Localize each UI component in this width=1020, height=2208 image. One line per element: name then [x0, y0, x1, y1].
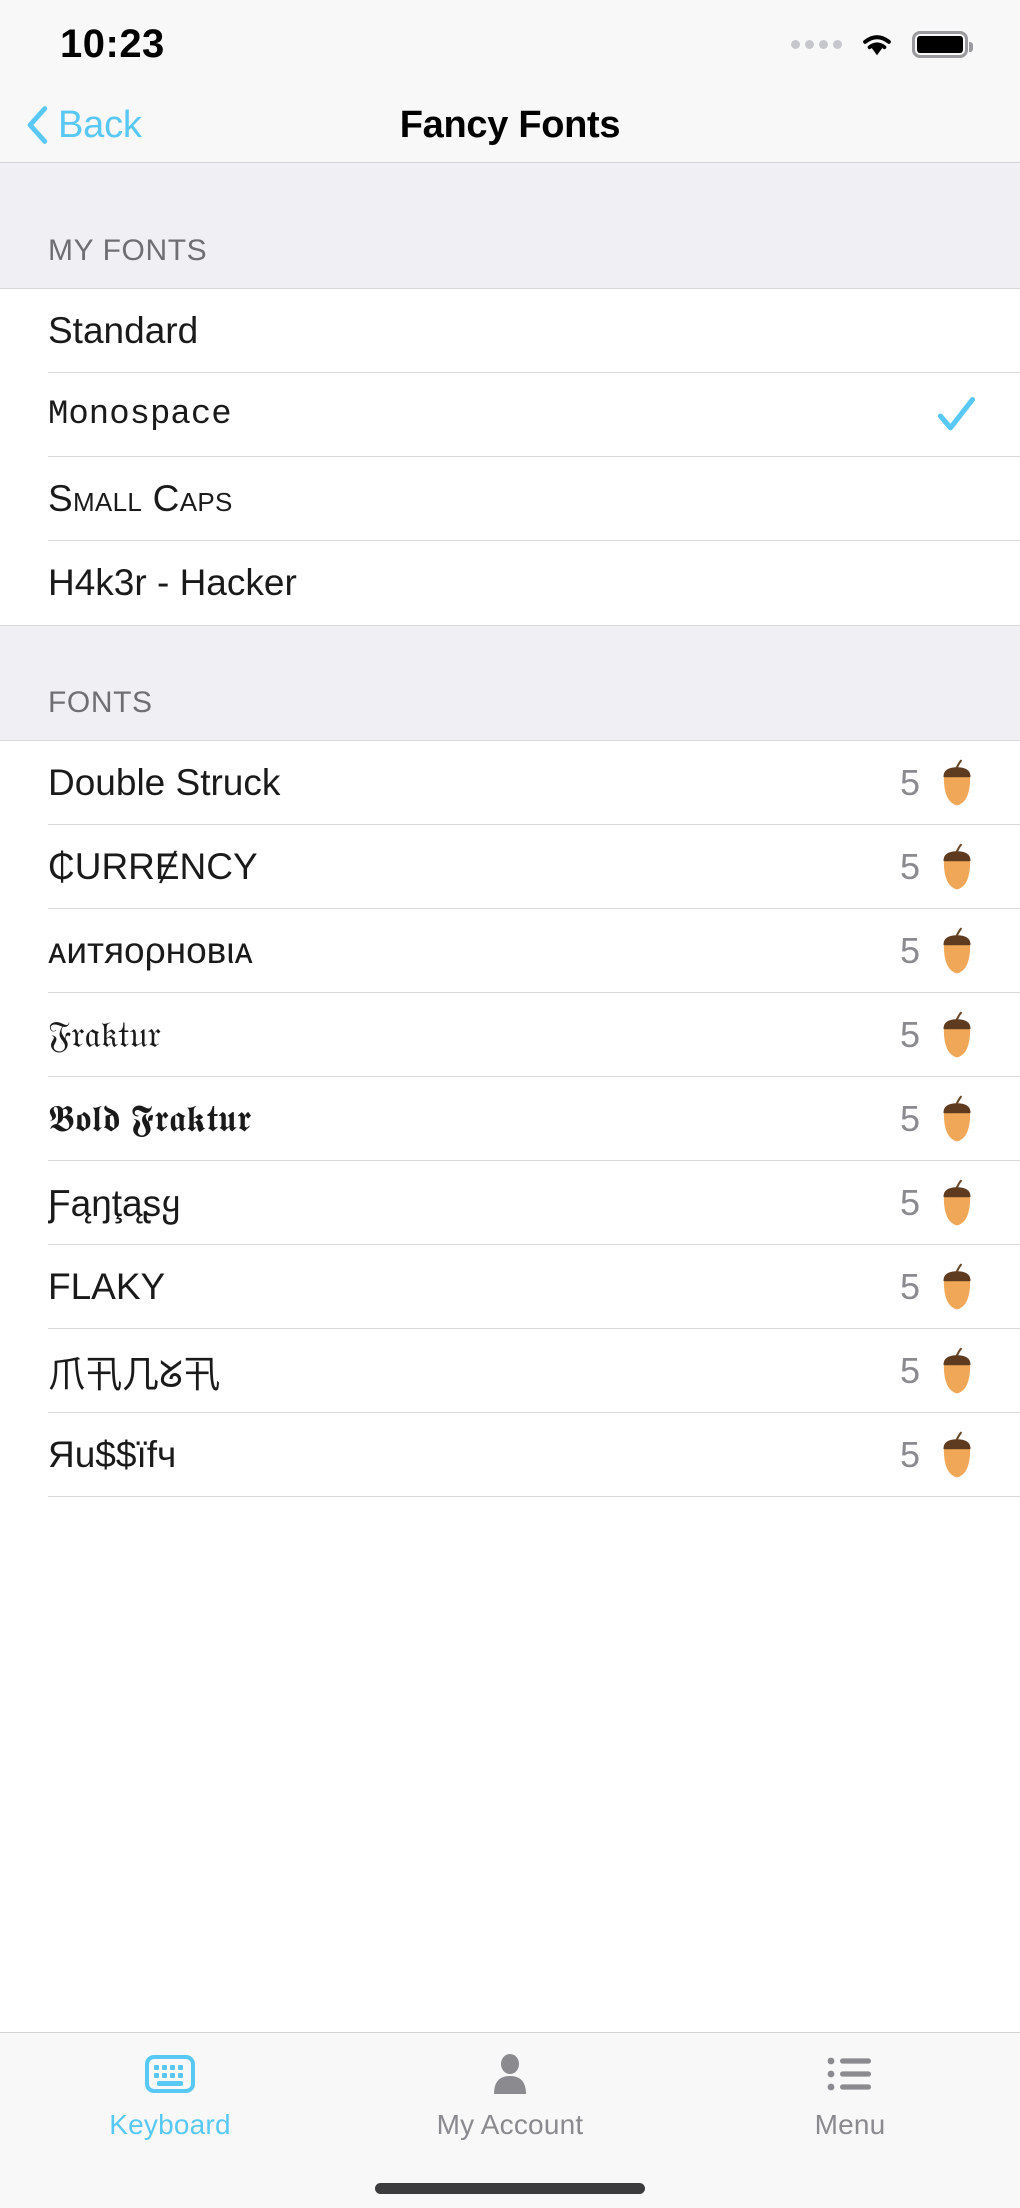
font-row-label: ᴀиᴛяᴏρнᴏвιᴀ: [48, 930, 253, 971]
font-row-manga[interactable]: 爪卂几ᘜ卂 5: [0, 1329, 1020, 1413]
font-cost-value: 5: [899, 1098, 920, 1139]
font-row-bold-fraktur[interactable]: 𝕭𝖔𝖑𝖉 𝕱𝖗𝖆𝖐𝖙𝖚𝖗 5: [0, 1077, 1020, 1161]
section-header-label: FONTS: [48, 686, 153, 719]
font-row-currency[interactable]: ₵URRɆNCY 5: [0, 825, 1020, 909]
font-row-label: FLAKY: [48, 1266, 166, 1307]
home-indicator[interactable]: [375, 2182, 645, 2194]
font-row-label: Ƒąŋţąʂყ: [48, 1182, 181, 1224]
font-cost-value: 5: [899, 846, 920, 887]
font-cost-value: 5: [899, 1434, 920, 1475]
section-header-fonts: FONTS: [0, 625, 1020, 741]
status-indicators: [791, 30, 973, 58]
acorn-icon: [943, 1095, 971, 1142]
signal-dots-icon: [791, 39, 842, 49]
font-row-label: 爪卂几ᘜ卂: [48, 1354, 220, 1395]
font-row-label: H4k3r - Hacker: [48, 562, 297, 603]
tab-label: Menu: [814, 2109, 886, 2140]
font-row-label: Monospace: [48, 396, 232, 434]
font-row-price: 5: [900, 1263, 978, 1311]
font-row-price: 5: [900, 1179, 978, 1227]
font-row-label: Standard: [48, 310, 199, 351]
wifi-icon: [863, 35, 891, 56]
font-row-antrophobia[interactable]: ᴀиᴛяᴏρнᴏвιᴀ 5: [0, 909, 1020, 993]
app-root: 10:23 Back Fancy Fonts MY FONTS Standard…: [0, 0, 1020, 2208]
font-cost-value: 5: [899, 1182, 920, 1223]
acorn-icon: [943, 843, 971, 890]
status-time: 10:23: [60, 21, 165, 66]
font-row-price: 5: [900, 1095, 978, 1143]
tab-menu[interactable]: Menu: [680, 2049, 1020, 2141]
font-row-price: 5: [900, 1347, 978, 1395]
font-row-fraktur[interactable]: 𝔉𝔯𝔞𝔨𝔱𝔲𝔯 5: [0, 993, 1020, 1077]
tab-keyboard[interactable]: Keyboard: [0, 2049, 340, 2141]
keyboard-icon: [145, 2049, 195, 2099]
acorn-icon: [943, 1347, 971, 1394]
font-row-label: Яu$$ïfч: [48, 1434, 177, 1475]
font-row-label: Double Struck: [48, 762, 281, 803]
font-row-hacker[interactable]: H4k3r - Hacker: [0, 541, 1020, 625]
font-row-russify[interactable]: Яu$$ïfч 5: [0, 1413, 1020, 1497]
acorn-icon: [943, 759, 971, 806]
font-cost-value: 5: [899, 1014, 920, 1055]
font-row-label: Small Caps: [48, 478, 233, 519]
font-row-price: 5: [900, 1011, 978, 1059]
tab-label: Keyboard: [109, 2109, 231, 2140]
page-title: Fancy Fonts: [399, 103, 621, 146]
checkmark-icon: [937, 397, 976, 431]
acorn-icon: [943, 1263, 971, 1310]
home-indicator-area: [0, 2168, 1020, 2208]
section-header-label: MY FONTS: [48, 234, 208, 267]
font-row-standard[interactable]: Standard: [0, 289, 1020, 373]
font-cost-value: 5: [899, 930, 920, 971]
acorn-icon: [943, 1011, 971, 1058]
font-row-double-struck[interactable]: Double Struck 5: [0, 741, 1020, 825]
section-header-my-fonts: MY FONTS: [0, 163, 1020, 289]
font-row-fantasy[interactable]: Ƒąŋţąʂყ 5: [0, 1161, 1020, 1245]
font-row-small-caps[interactable]: Small Caps: [0, 457, 1020, 541]
font-row-accessory: [934, 393, 978, 437]
font-row-flaky[interactable]: FLAKY 5: [0, 1245, 1020, 1329]
navigation-bar: Back Fancy Fonts: [0, 88, 1020, 163]
acorn-icon: [943, 927, 971, 974]
acorn-icon: [943, 1179, 971, 1226]
font-cost-value: 5: [899, 1350, 920, 1391]
status-bar: 10:23: [0, 0, 1020, 88]
font-row-monospace[interactable]: Monospace: [0, 373, 1020, 457]
back-button-label: Back: [58, 103, 142, 146]
font-row-price: 5: [900, 927, 978, 975]
font-row-label: ₵URRɆNCY: [48, 846, 258, 887]
chevron-left-icon: [27, 106, 48, 144]
font-row-label: 𝕭𝖔𝖑𝖉 𝕱𝖗𝖆𝖐𝖙𝖚𝖗: [48, 1097, 252, 1139]
battery-icon: [912, 30, 973, 58]
font-cost-value: 5: [899, 1266, 920, 1307]
font-row-label: 𝔉𝔯𝔞𝔨𝔱𝔲𝔯: [48, 1013, 161, 1055]
back-button[interactable]: Back: [0, 104, 142, 147]
font-row-price: 5: [900, 843, 978, 891]
font-cost-value: 5: [899, 762, 920, 803]
tab-my-account[interactable]: My Account: [340, 2049, 680, 2141]
tab-label: My Account: [436, 2109, 584, 2140]
acorn-icon: [943, 1431, 971, 1478]
person-icon: [488, 2049, 532, 2099]
list-icon: [827, 2049, 873, 2099]
font-row-price: 5: [900, 1431, 978, 1479]
font-row-price: 5: [900, 759, 978, 807]
font-list[interactable]: MY FONTS Standard Monospace Small Caps H…: [0, 163, 1020, 2032]
tab-bar: Keyboard My Account Menu: [0, 2032, 1020, 2168]
